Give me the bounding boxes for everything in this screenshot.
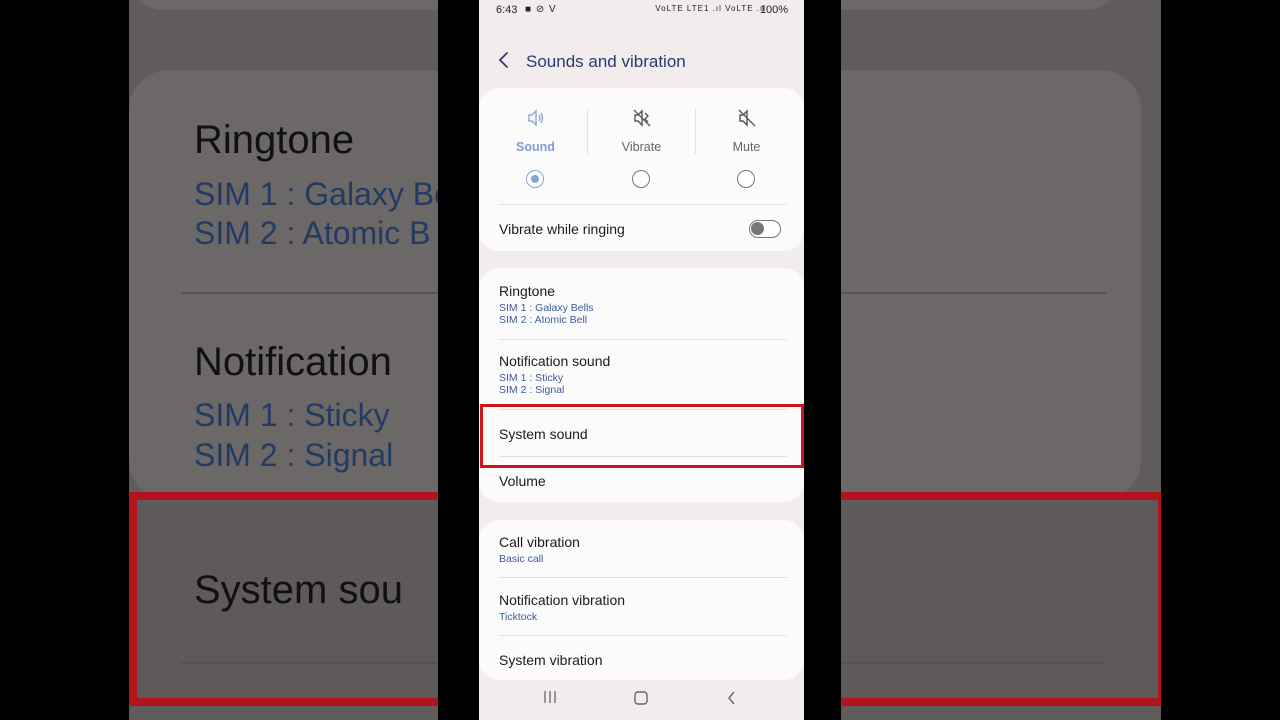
bg-divider-right-2 <box>841 662 1106 664</box>
status-time: 6:43 <box>496 4 518 16</box>
volume-item[interactable]: Volume <box>499 473 546 489</box>
bg-panel-top-right <box>841 0 1121 10</box>
bg-system-sound: System sou <box>194 568 403 612</box>
phone-screen: 6:43 ■ ⊘ V VoLTE LTE1 .ıl VoLTE .ıl 100%… <box>479 0 804 720</box>
home-icon[interactable] <box>626 690 656 710</box>
speaker-icon <box>525 108 547 130</box>
mute-icon <box>736 108 758 130</box>
sound-mode-card: Sound Vibrate Mute Vibrate while ringing <box>479 88 804 251</box>
mode-vibrate[interactable]: Vibrate <box>589 98 694 168</box>
status-notification-icons: ■ ⊘ V <box>525 4 557 15</box>
background-zoom-right <box>841 0 1161 720</box>
bg-ringtone-sim2: SIM 2 : Atomic B <box>194 215 431 251</box>
call-vibration-value: Basic call <box>499 553 544 565</box>
mode-sound-label: Sound <box>516 140 555 154</box>
app-header: Sounds and vibration <box>479 40 804 82</box>
vibration-settings-card: Call vibration Basic call Notification v… <box>479 520 804 680</box>
signal-icon: VoLTE LTE1 .ıl VoLTE .ıl <box>655 4 766 13</box>
radio-mute[interactable] <box>737 170 755 188</box>
bg-notification-sim1: SIM 1 : Sticky <box>194 397 390 433</box>
bg-notification-sim2: SIM 2 : Signal <box>194 437 394 473</box>
back-nav-icon[interactable] <box>717 690 747 710</box>
ringtone-sim2: SIM 2 : Atomic Bell <box>499 314 588 326</box>
back-arrow-icon[interactable] <box>497 50 515 72</box>
system-vibration-item[interactable]: System vibration <box>499 652 602 668</box>
bg-panel-right <box>841 70 1141 500</box>
bg-divider-2 <box>181 662 438 664</box>
bg-ringtone: Ringtone <box>194 118 355 162</box>
divider <box>499 577 787 578</box>
ringtone-label: Ringtone <box>499 283 556 299</box>
page-title: Sounds and vibration <box>526 52 686 71</box>
mode-mute-label: Mute <box>732 140 761 154</box>
battery-level: 100% <box>759 4 788 16</box>
notification-sound-sim2: SIM 2 : Signal <box>499 384 565 396</box>
notification-vibration-label: Notification vibration <box>499 592 626 608</box>
bg-notification: Notification <box>194 340 392 384</box>
status-bar: 6:43 ■ ⊘ V VoLTE LTE1 .ıl VoLTE .ıl 100% <box>479 0 804 22</box>
call-vibration-label: Call vibration <box>499 534 580 550</box>
bg-divider-right <box>841 292 1106 294</box>
bg-panel-top <box>129 0 438 10</box>
mode-mute[interactable]: Mute <box>694 98 799 168</box>
recent-apps-icon[interactable] <box>535 690 565 710</box>
ringtone-sim1: SIM 1 : Galaxy Bells <box>499 302 594 314</box>
toggle-knob <box>751 222 764 235</box>
bg-ringtone-sim1: SIM 1 : Galaxy Be <box>194 176 438 212</box>
radio-vibrate[interactable] <box>632 170 650 188</box>
background-zoom-left: Ringtone SIM 1 : Galaxy Be SIM 2 : Atomi… <box>129 0 438 720</box>
screen: { "status_bar": { "time": "6:43", "left_… <box>0 0 1280 720</box>
bg-highlight-box-right <box>841 492 1161 706</box>
mode-divider <box>587 108 588 154</box>
radio-sound[interactable] <box>526 170 544 188</box>
divider <box>499 635 787 636</box>
vibrate-while-ringing-toggle[interactable] <box>749 220 781 238</box>
divider <box>499 204 787 205</box>
vibrate-icon <box>631 108 653 130</box>
bg-divider <box>181 292 438 294</box>
notification-sound-sim1: SIM 1 : Sticky <box>499 372 564 384</box>
divider <box>499 339 787 340</box>
vibrate-while-ringing-label: Vibrate while ringing <box>499 221 625 237</box>
notification-vibration-value: Ticktock <box>499 611 538 623</box>
navigation-bar <box>479 680 804 720</box>
system-sound-highlight-box <box>480 404 804 468</box>
notification-sound-label: Notification sound <box>499 353 611 369</box>
mode-vibrate-label: Vibrate <box>621 140 662 154</box>
mode-sound[interactable]: Sound <box>483 98 588 168</box>
